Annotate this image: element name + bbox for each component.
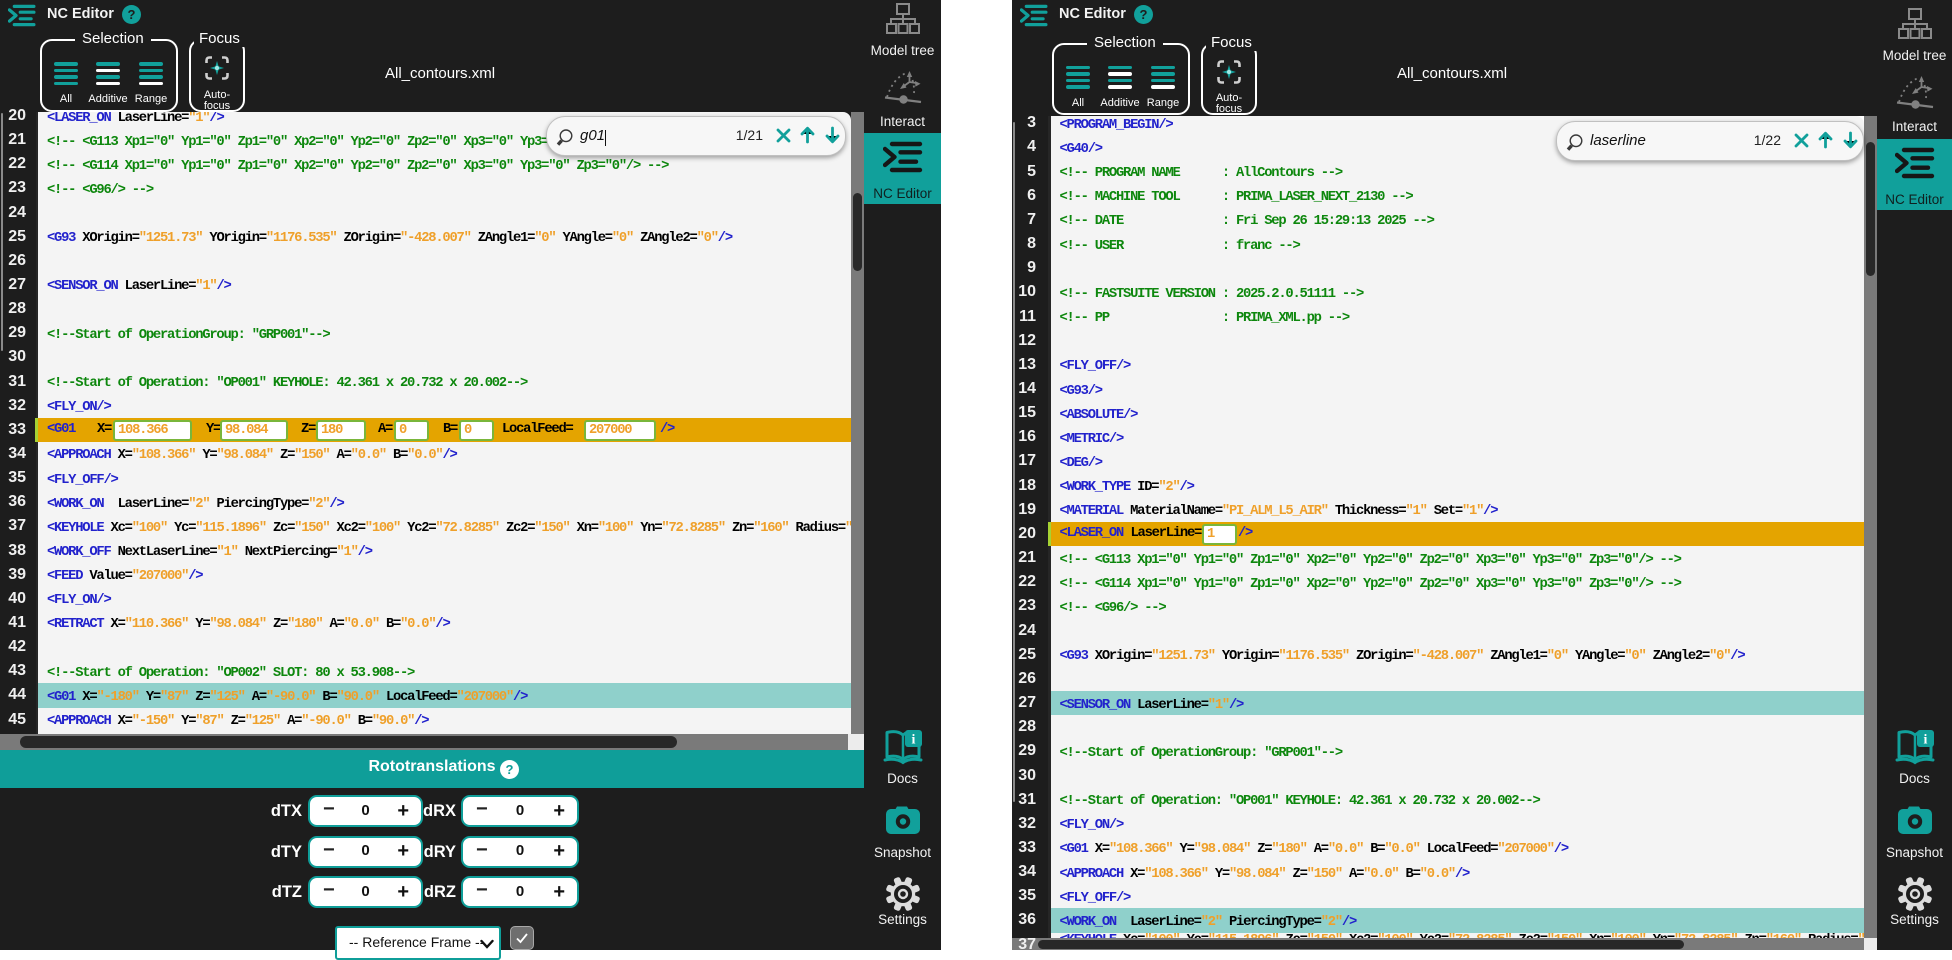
svg-text:i: i <box>1923 733 1927 748</box>
svg-text:i: i <box>911 733 915 748</box>
